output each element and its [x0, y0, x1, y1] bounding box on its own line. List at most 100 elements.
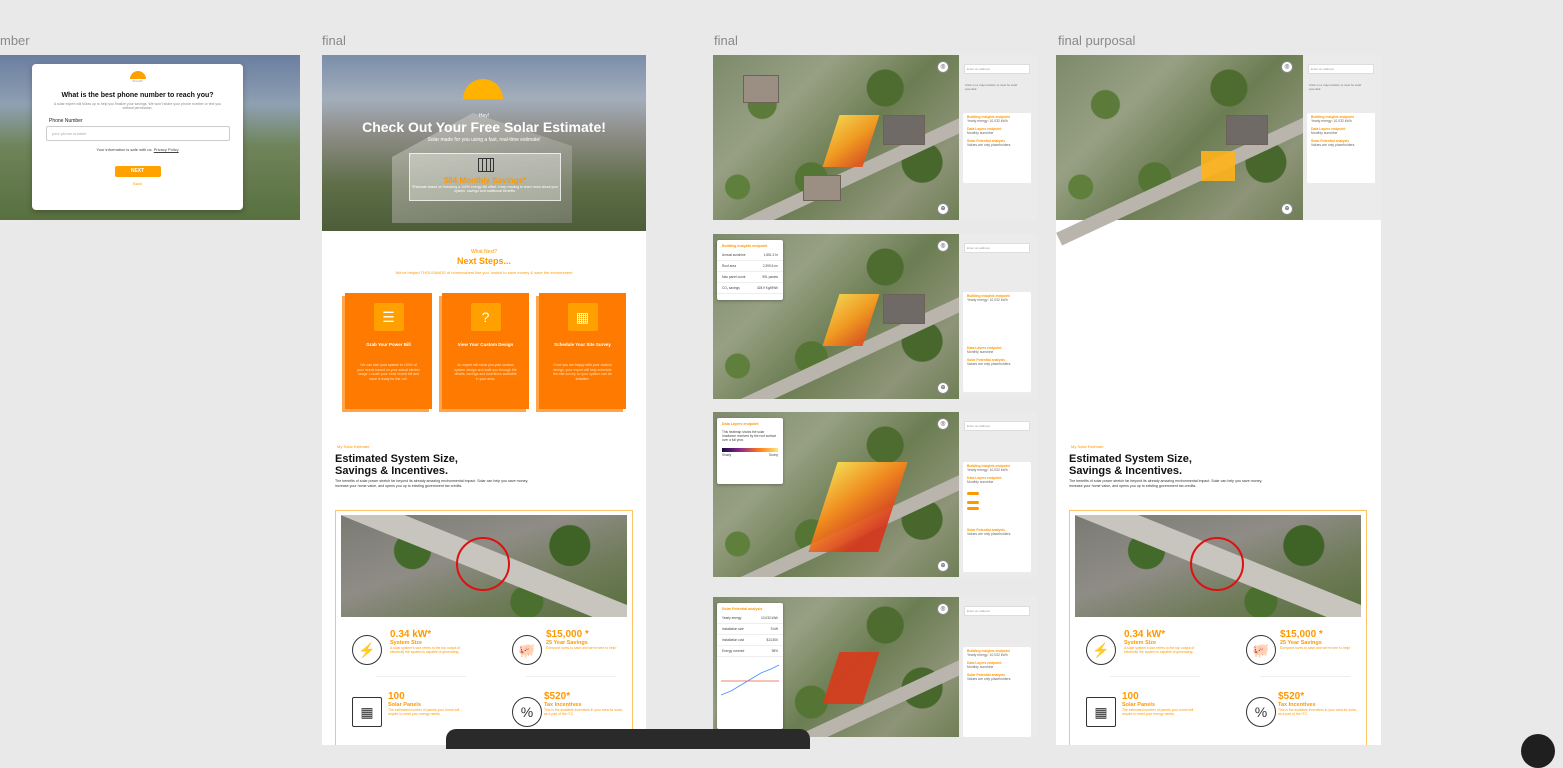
solar-heatmap — [808, 462, 908, 552]
stat-value: $15,000 * — [546, 629, 589, 640]
sidebar-item-potential[interactable]: Solar Potential analysis Values are only … — [963, 671, 1031, 683]
sidebar-item-insights[interactable]: Building insights endpoint Yearly energy:… — [963, 292, 1031, 304]
satellite-map[interactable] — [341, 515, 627, 617]
stat-panels: 100 Solar Panels The estimated number of… — [1122, 691, 1202, 716]
sidebar-item-insights[interactable]: Building insights endpoint Yearly energy:… — [963, 462, 1031, 474]
estimate-eyebrow: My Solar Estimate — [337, 444, 370, 449]
next-button[interactable]: NEXT — [114, 166, 161, 177]
aerial-map[interactable]: Data Layers endpoint This heatmap shows … — [713, 412, 973, 577]
info-row: Installation size 5 kW — [717, 624, 783, 635]
toggle-switch[interactable] — [967, 492, 979, 495]
info-key: Max panel count — [722, 275, 746, 279]
estimate-eyebrow: My Solar Estimate — [1071, 444, 1104, 449]
info-value: 428.9 Kg/MWh — [756, 286, 778, 290]
sidebar-item-layers[interactable]: Data Layers endpoint Monthly sunshine — [963, 659, 1031, 671]
back-link[interactable]: Back — [32, 181, 243, 186]
sidebar: Enter an address Click on a map location… — [1303, 55, 1381, 220]
sidebar-item-potential[interactable]: Solar Potential analysis Values are only … — [1307, 137, 1375, 149]
compass-icon[interactable]: ◎ — [1281, 61, 1293, 73]
stat-text: The estimated number of panels your home… — [1122, 708, 1194, 716]
stat-system-size: 0.34 kW* System Size A solar system's si… — [390, 629, 470, 654]
estimate-footnote: *Estimate based on financing a 100% ener… — [411, 185, 559, 193]
info-row: Yearly energy 10,032 kWh — [717, 613, 783, 624]
info-value: 2,399.6 m² — [762, 264, 778, 268]
compass-icon[interactable]: ◎ — [937, 418, 949, 430]
address-search-input[interactable]: Enter an address — [964, 421, 1030, 431]
aerial-map[interactable]: ◎ ⊕ — [713, 55, 973, 220]
info-value: 991 panels — [762, 275, 778, 279]
chat-icon: ☰ — [373, 303, 404, 331]
toggle-switch[interactable] — [967, 507, 979, 510]
zoom-icon[interactable]: ⊕ — [937, 560, 949, 572]
solar-panel-icon — [478, 158, 494, 172]
info-key: Yearly energy — [722, 616, 742, 620]
stat-savings: $15,000 * 25 Year Savings Everyone loves… — [546, 629, 626, 650]
sidebar-item-layers[interactable]: Data Layers endpoint Monthly sunshine — [963, 474, 1031, 486]
info-key: Energy covered — [722, 649, 745, 653]
hero-title: Check Out Your Free Solar Estimate! — [362, 119, 606, 135]
step-card: ☰ Grab Your Power Bill We can size your … — [345, 293, 432, 409]
piggy-bank-icon: 🐖 — [512, 635, 542, 665]
sidebar-item-sub: Yearly energy: 10,032 kWh — [967, 468, 1008, 472]
question-icon: ? — [470, 303, 501, 331]
sidebar-item-sub: Values are only placeholders. — [1311, 143, 1356, 147]
bottom-toolbar[interactable] — [446, 729, 810, 749]
sidebar-card: Building insights endpoint Yearly energy:… — [1307, 113, 1375, 183]
sidebar-item-potential[interactable]: Solar Potential analysis Values are only … — [963, 137, 1031, 149]
landing-frame: Hey! Check Out Your Free Solar Estimate!… — [322, 55, 646, 745]
stat-value: 0.34 kW* — [1124, 629, 1166, 640]
aerial-map[interactable]: ◎ ⊕ — [1056, 55, 1316, 246]
sidebar-item-layers[interactable]: Data Layers endpoint Monthly sunshine — [963, 344, 1031, 356]
address-search-input[interactable]: Enter an address — [1308, 64, 1374, 74]
percent-icon: % — [1246, 697, 1276, 727]
privacy-link[interactable]: Privacy Policy — [154, 147, 179, 152]
logo-text: SOLAR — [132, 79, 143, 83]
zoom-icon[interactable]: ⊕ — [937, 382, 949, 394]
help-button[interactable] — [1521, 734, 1555, 768]
divider — [1260, 676, 1350, 677]
toggle-switch[interactable] — [967, 501, 979, 504]
panel-title: Building insights endpoint — [722, 244, 768, 248]
sidebar-item-layers[interactable]: Data Layers endpoint Monthly sunshine — [1307, 125, 1375, 137]
compass-icon[interactable]: ◎ — [937, 61, 949, 73]
sidebar-item-insights[interactable]: Building insights endpoint Yearly energy:… — [963, 113, 1031, 125]
sidebar-item-sub: Values are only placeholders. — [967, 362, 1012, 366]
address-search-input[interactable]: Enter an address — [964, 243, 1030, 253]
zoom-icon[interactable]: ⊕ — [937, 203, 949, 215]
aerial-map[interactable]: Building insights endpoint Annual sunshi… — [713, 234, 973, 399]
sidebar-item-potential[interactable]: Solar Potential analysis Values are only … — [963, 356, 1031, 368]
satellite-map[interactable] — [1075, 515, 1361, 617]
step-text: Once you are happy with your custom desi… — [553, 363, 612, 381]
sidebar-item-sub: Monthly sunshine — [967, 665, 994, 669]
sidebar-card: Building insights endpoint Yearly energy:… — [963, 462, 1031, 572]
lightning-icon: ⚡ — [352, 635, 382, 665]
sidebar: Enter an address Building insights endpo… — [959, 412, 1037, 577]
zoom-icon[interactable]: ⊕ — [1281, 203, 1293, 215]
sidebar-item-layers[interactable]: Data Layers endpoint Monthly sunshine — [963, 125, 1031, 137]
step-text: We can size your system to 100% of your … — [357, 363, 420, 381]
sidebar-item-sub: Monthly sunshine — [1311, 131, 1338, 135]
step-card: ? View Your Custom Design An expert will… — [442, 293, 529, 409]
info-row: Energy covered 98% — [717, 646, 783, 657]
home-marker — [456, 537, 510, 591]
sidebar-item-sub: Yearly energy: 10,032 kWh — [967, 298, 1008, 302]
info-row: Max panel count 991 panels — [717, 272, 783, 283]
sidebar-item-insights[interactable]: Building insights endpoint Yearly energy:… — [1307, 113, 1375, 125]
compass-icon[interactable]: ◎ — [937, 603, 949, 615]
stat-text: A solar system's size refers to the top … — [1124, 646, 1195, 654]
sidebar-item-insights[interactable]: Building insights endpoint Yearly energy:… — [963, 647, 1031, 659]
address-search-input[interactable]: Enter an address — [964, 606, 1030, 616]
aerial-map[interactable]: Solar Potential analysis Yearly energy 10… — [713, 597, 973, 737]
lightning-icon: ⚡ — [1086, 635, 1116, 665]
compass-icon[interactable]: ◎ — [937, 240, 949, 252]
phone-input[interactable]: your phone number — [46, 126, 230, 141]
solar-panel-icon: ▦ — [352, 697, 382, 727]
step-text: An expert will show you your custom syst… — [454, 363, 517, 381]
sidebar-card: Building insights endpoint Yearly energy:… — [963, 647, 1031, 737]
next-title: Next Steps... — [456, 256, 512, 266]
modal-title: What is the best phone number to reach y… — [61, 92, 214, 99]
address-search-input[interactable]: Enter an address — [964, 64, 1030, 74]
legend-low: Shady — [722, 453, 732, 457]
potential-panel: Solar Potential analysis Yearly energy 10… — [717, 603, 783, 729]
sidebar-item-potential[interactable]: Solar Potential analysis Values are only … — [963, 526, 1031, 538]
